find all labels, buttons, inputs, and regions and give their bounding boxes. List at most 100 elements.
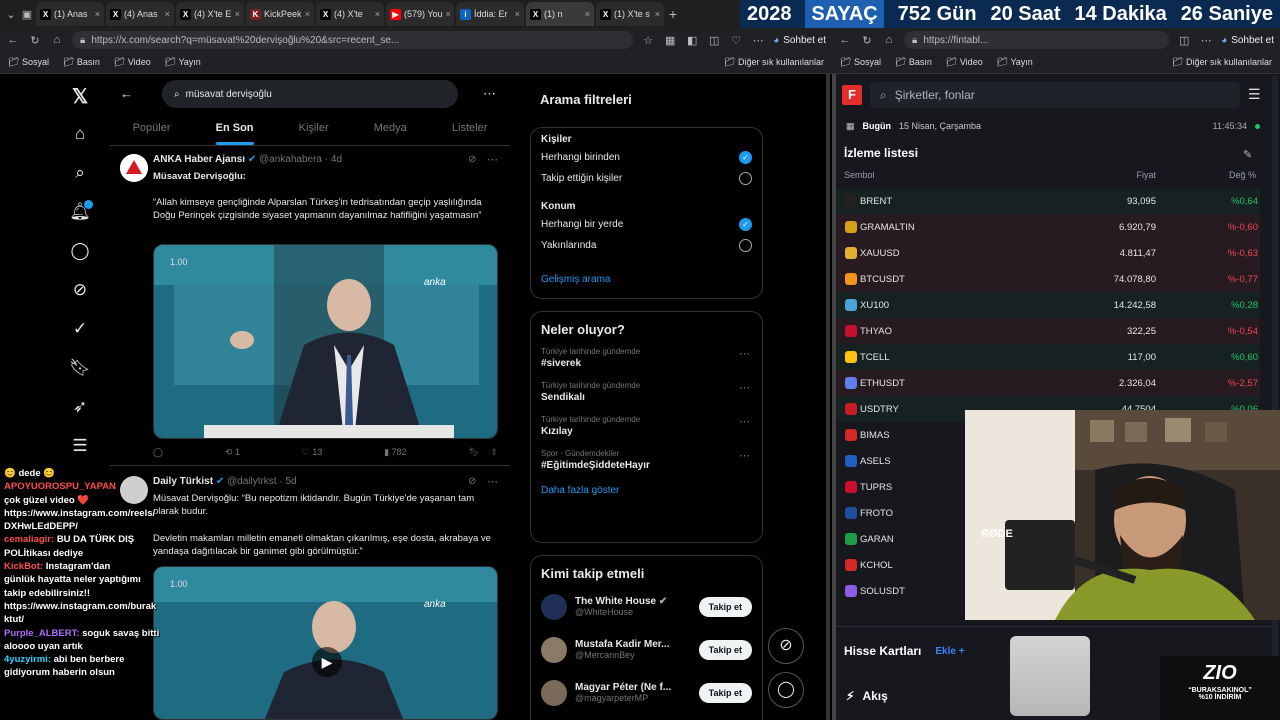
browser-tab[interactable]: X (1) n × <box>526 2 594 26</box>
edit-icon[interactable]: ✎ <box>1243 148 1252 161</box>
reply-button[interactable]: ◯ <box>153 447 163 458</box>
close-icon[interactable]: × <box>375 9 380 19</box>
follow-suggestion[interactable]: Magyar Péter (Ne f... ✔@magyarpeterMPTak… <box>531 671 762 714</box>
tab-people[interactable]: Kişiler <box>299 112 329 145</box>
bookmark-button[interactable]: 🔖︎ ⇧ <box>468 447 498 458</box>
notifications-icon[interactable]: 🔔︎ <box>60 200 100 222</box>
close-icon[interactable]: × <box>585 9 590 19</box>
extension-icon[interactable]: ▦ <box>663 34 677 47</box>
follow-button[interactable]: Takip et <box>698 596 752 617</box>
more-icon[interactable]: ⋯ <box>739 449 750 462</box>
bookmark-folder[interactable]: 📁︎ Sosyal <box>8 57 49 68</box>
browser-tab[interactable]: i İddia: Er × <box>456 2 524 26</box>
extension-icon[interactable]: ◧ <box>685 34 699 47</box>
trend-item[interactable]: Türkiye tarihinde gündemde #siverek ⋯ <box>531 341 762 375</box>
more-options-icon[interactable]: ⋯ <box>483 86 496 102</box>
tweet-author[interactable]: Daily Türkist ✔ @dailytrkst · 5d <box>153 476 297 487</box>
right-address-bar[interactable]: 🔒︎ https://fintabl... <box>904 31 1170 49</box>
show-more-link[interactable]: Daha fazla göster <box>531 477 762 504</box>
reload-icon[interactable]: ↻ <box>860 34 874 47</box>
left-address-bar[interactable]: 🔒︎ https://x.com/search?q=müsavat%20derv… <box>72 31 634 49</box>
more-icon[interactable]: ⋯ <box>739 381 750 394</box>
split-screen-icon[interactable]: ◫ <box>1177 34 1191 47</box>
close-icon[interactable]: × <box>305 9 310 19</box>
bookmark-folder[interactable]: 📁︎ Yayın <box>165 57 201 68</box>
share-icon[interactable]: ⇧ <box>490 447 498 457</box>
watchlist-row[interactable]: TCELL 117,00 %0,60 <box>836 344 1260 370</box>
avatar[interactable] <box>541 593 567 620</box>
flow-tab[interactable]: ⚡︎ Akış <box>836 682 1036 710</box>
tab-popular[interactable]: Popüler <box>133 112 171 145</box>
watchlist-row[interactable]: BTCUSDT 74.078,80 %-0,77 <box>836 266 1260 292</box>
tab-latest[interactable]: En Son <box>215 112 254 145</box>
messages-icon[interactable]: ◯ <box>60 241 100 261</box>
follow-button[interactable]: Takip et <box>698 682 752 703</box>
copilot-chat-button[interactable]: ◕ Sohbet et <box>773 35 826 46</box>
tweet[interactable]: ANKA Haber Ajansı ✔ @ankahabera · 4d ⊘ ⋯… <box>110 146 510 466</box>
avatar[interactable] <box>541 636 567 663</box>
verified-icon[interactable]: ✓ <box>60 319 100 339</box>
views-button[interactable]: ▮ 782 <box>384 447 407 458</box>
fin-search-input[interactable]: ⌕ Şirketler, fonlar <box>870 82 1240 108</box>
tweet-author[interactable]: ANKA Haber Ajansı ✔ @ankahabera · 4d <box>153 154 342 165</box>
bookmark-folder[interactable]: 📁︎ Sosyal <box>840 57 881 68</box>
split-screen-icon[interactable]: ◫ <box>707 34 721 47</box>
bookmarks-icon[interactable]: 🔖︎ <box>60 358 100 378</box>
play-icon[interactable]: ▶ <box>312 647 342 677</box>
close-icon[interactable]: × <box>235 9 240 19</box>
bookmark-folder[interactable]: 📁︎ Basın <box>63 57 100 68</box>
watchlist-row[interactable]: THYAO 322,25 %-0,54 <box>836 318 1260 344</box>
bookmark-folder[interactable]: 📁︎ Video <box>114 57 151 68</box>
scrollbar[interactable] <box>1272 76 1278 720</box>
bookmark-folder[interactable]: 📁︎ Video <box>946 57 983 68</box>
scrollbar[interactable] <box>826 74 830 720</box>
close-icon[interactable]: × <box>446 9 451 19</box>
tweet-media[interactable]: 1.00 anka <box>153 244 498 439</box>
copilot-chat-button[interactable]: ◕ Sohbet et <box>1221 35 1274 46</box>
browser-tab[interactable]: X (1) Anas × <box>36 2 104 26</box>
back-arrow-icon[interactable]: ← <box>120 86 133 101</box>
follow-suggestion[interactable]: Mustafa Kadir Mer... ✔@MercannBeyTakip e… <box>531 628 762 671</box>
other-bookmarks[interactable]: 📁︎ Diğer sık kullanılanlar <box>1172 57 1272 68</box>
other-bookmarks[interactable]: 📁︎ Diğer sık kullanılanlar <box>724 57 824 68</box>
search-icon[interactable]: ⌕ <box>60 163 100 183</box>
browser-tab[interactable]: ▶ (579) You × <box>386 2 454 26</box>
close-icon[interactable]: × <box>95 9 100 19</box>
trend-item[interactable]: Türkiye tarihinde gündemde Sendikalı ⋯ <box>531 375 762 409</box>
close-icon[interactable]: × <box>655 9 660 19</box>
favorite-star-icon[interactable]: ☆ <box>641 34 655 47</box>
like-button[interactable]: ♡ 13 <box>302 447 323 458</box>
browser-tab[interactable]: K KickPeek × <box>246 2 314 26</box>
follow-suggestion[interactable]: The White House ✔ @WhiteHouse Takip et <box>531 585 762 628</box>
browser-tab[interactable]: X (4) X'te E × <box>176 2 244 26</box>
more-icon[interactable]: ⋯ <box>487 475 498 488</box>
radio-checked-icon[interactable]: ✓ <box>739 151 752 164</box>
filter-option-anywhere[interactable]: Herhangi bir yerde ✓ <box>531 214 762 235</box>
radio-unchecked-icon[interactable] <box>739 172 752 185</box>
watchlist-row[interactable]: XU100 14.242,58 %0,28 <box>836 292 1260 318</box>
browser-tab[interactable]: X (4) Anas × <box>106 2 174 26</box>
close-icon[interactable]: × <box>165 9 170 19</box>
radio-checked-icon[interactable]: ✓ <box>739 218 752 231</box>
workspaces-icon[interactable]: ▣ <box>20 8 34 21</box>
filter-option-following[interactable]: Takip ettiğin kişiler <box>531 168 762 189</box>
radio-unchecked-icon[interactable] <box>739 239 752 252</box>
tab-lists[interactable]: Listeler <box>452 112 487 145</box>
retweet-button[interactable]: ⟲ 1 <box>225 447 240 458</box>
menu-icon[interactable]: ☰ <box>1248 86 1261 103</box>
browser-tab[interactable]: X (1) X'te s × <box>596 2 664 26</box>
tab-media[interactable]: Medya <box>374 112 407 145</box>
grok-icon[interactable]: ⊘ <box>468 476 476 487</box>
home-icon[interactable]: ⌂ <box>50 34 64 46</box>
more-icon[interactable]: ⋯ <box>1199 34 1213 47</box>
advanced-search-link[interactable]: Gelişmiş arama <box>531 256 762 285</box>
filter-option-anyone[interactable]: Herhangi birinden ✓ <box>531 147 762 168</box>
filter-option-nearby[interactable]: Yakınlarında <box>531 235 762 256</box>
watchlist-row[interactable]: ETHUSDT 2.326,04 %-2,57 <box>836 370 1260 396</box>
watchlist-row[interactable]: BRENT 93,095 %0,64 <box>836 188 1260 214</box>
tab-list-icon[interactable]: ⌄ <box>4 8 18 21</box>
favorites-icon[interactable]: ♡ <box>729 34 743 47</box>
search-input[interactable]: ⌕ müsavat dervişoğlu <box>162 80 458 108</box>
more-icon[interactable]: ⋯ <box>751 34 765 47</box>
grok-icon[interactable]: ⊘ <box>60 280 100 300</box>
